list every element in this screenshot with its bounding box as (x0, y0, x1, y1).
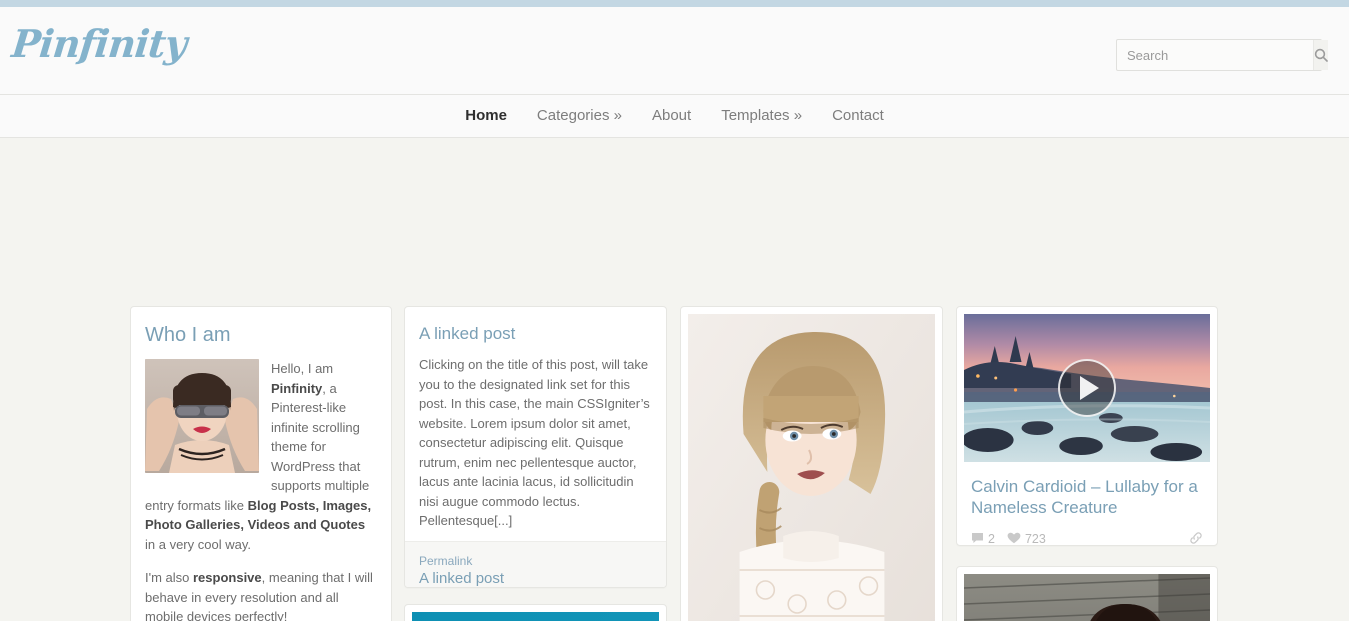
nav-item-contact[interactable]: Contact (817, 95, 899, 137)
nav-item-templates[interactable]: Templates » (706, 95, 817, 137)
search-input[interactable] (1117, 40, 1313, 70)
card-pool-image[interactable] (404, 604, 667, 621)
masonry-grid: Who I am Hello, I am Pinfinity, a Pinter… (0, 138, 1349, 621)
nav-item-categories[interactable]: Categories » (522, 95, 637, 137)
nav-link-contact[interactable]: Contact (817, 95, 899, 137)
nav-item-about[interactable]: About (637, 95, 706, 137)
permalink-label[interactable]: Permalink (419, 554, 652, 570)
comment-bubble-icon (971, 532, 988, 546)
search-submit-button[interactable] (1313, 40, 1328, 70)
main-navigation: Home Categories » About Templates » Cont… (0, 95, 1349, 138)
fashion-model-frame (681, 307, 942, 621)
fashion-model-image[interactable] (688, 314, 935, 621)
linked-post-footer: Permalink A linked post 1 (405, 540, 666, 587)
about-p1-bold-1: Pinfinity (271, 380, 323, 396)
comment-count[interactable]: 2 (971, 532, 995, 546)
like-count[interactable]: 723 (1007, 532, 1046, 546)
nav-link-templates[interactable]: Templates » (706, 95, 817, 137)
about-p2-pre: I'm also (145, 570, 193, 585)
card-video-post: Calvin Cardioid – Lullaby for a Nameless… (956, 306, 1218, 546)
about-p1-pre: Hello, I am (271, 361, 334, 376)
nav-link-categories[interactable]: Categories » (522, 95, 637, 137)
widget-title-who-i-am: Who I am (145, 324, 231, 346)
video-post-title[interactable]: Calvin Cardioid – Lullaby for a Nameless… (971, 476, 1203, 519)
site-logo[interactable]: Pinfinity (10, 21, 189, 66)
site-header: Pinfinity (0, 7, 1349, 95)
about-portrait-image (145, 359, 259, 473)
nav-item-home[interactable]: Home (450, 95, 522, 137)
like-count-value: 723 (1024, 532, 1046, 546)
nav-link-home[interactable]: Home (450, 95, 522, 137)
heart-icon (1007, 532, 1025, 546)
pool-image[interactable] (412, 612, 659, 621)
comment-count-value: 2 (988, 532, 995, 546)
linked-post-body: Clicking on the title of this post, will… (419, 357, 650, 529)
search-icon (1314, 48, 1328, 62)
permalink-title[interactable]: A linked post (419, 569, 652, 587)
linked-post-title[interactable]: A linked post (419, 323, 652, 344)
about-p1-end: in a very cool way. (145, 536, 251, 552)
two-models-image[interactable] (964, 574, 1210, 621)
card-two-models[interactable] (956, 566, 1218, 621)
video-thumbnail[interactable] (964, 314, 1210, 462)
search-form[interactable] (1116, 39, 1328, 71)
entry-meta-row: 2 723 (971, 531, 1203, 546)
video-post-caption: Calvin Cardioid – Lullaby for a Nameless… (957, 462, 1217, 546)
about-paragraph-2: I'm also responsive, meaning that I will… (145, 568, 377, 621)
play-icon[interactable] (1058, 359, 1116, 417)
card-about-widgets: Who I am Hello, I am Pinfinity, a Pinter… (130, 306, 392, 621)
top-accent-strip (0, 0, 1349, 7)
nav-link-about[interactable]: About (637, 95, 706, 137)
card-linked-post: A linked post Clicking on the title of t… (404, 306, 667, 588)
video-thumbnail-frame (957, 307, 1217, 462)
about-p2-bold: responsive (193, 570, 262, 585)
pool-image-frame (405, 605, 666, 621)
two-models-frame (957, 567, 1217, 621)
chain-link-icon[interactable] (1189, 531, 1203, 546)
nav-list: Home Categories » About Templates » Cont… (450, 95, 899, 137)
card-fashion-model: High fashion model in autumn/winter clot… (680, 306, 943, 621)
